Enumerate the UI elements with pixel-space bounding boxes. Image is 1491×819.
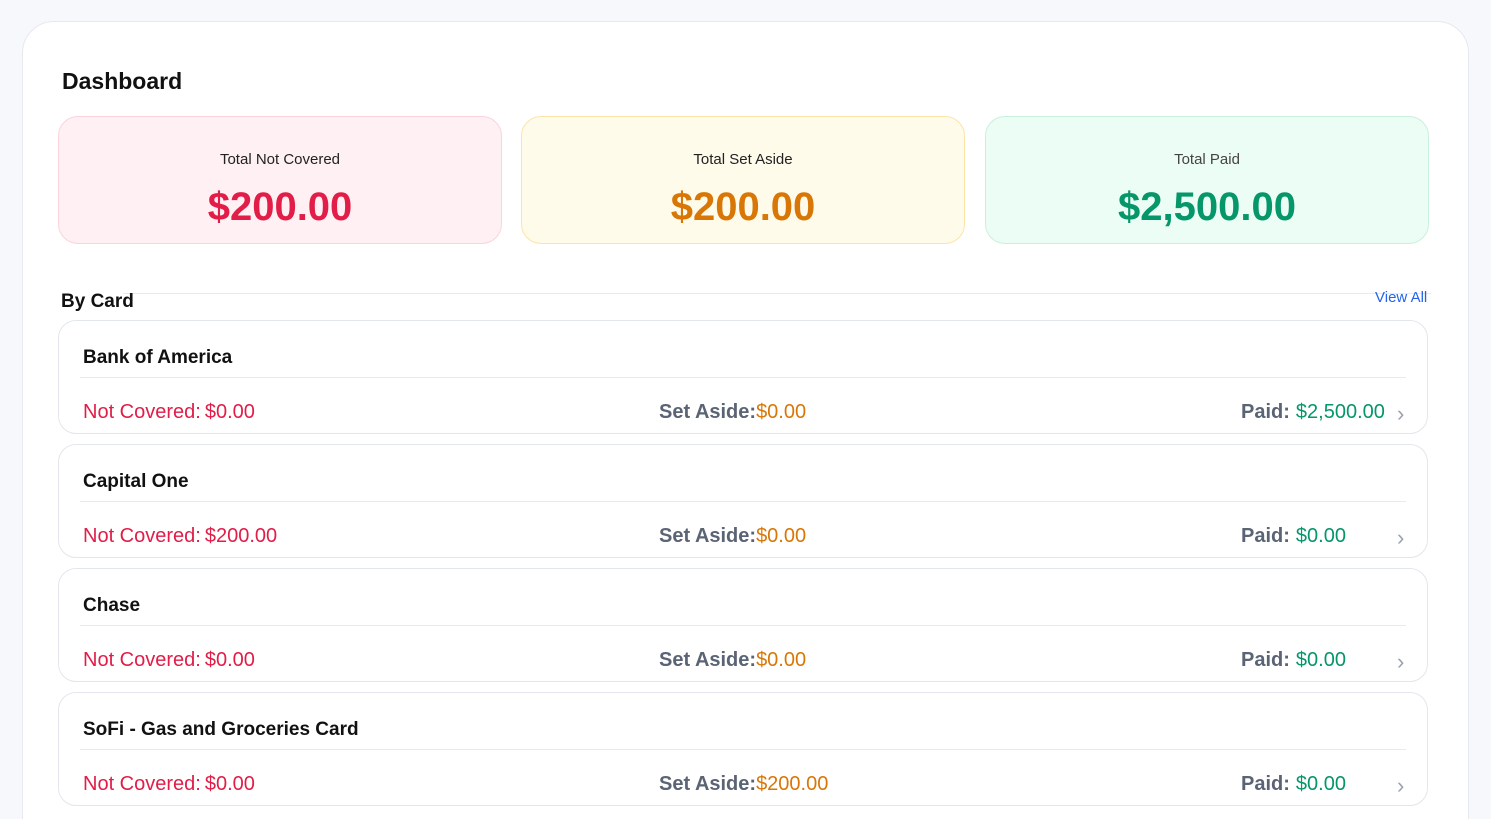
paid-amount: $0.00 bbox=[1295, 525, 1346, 547]
total-not-covered-card: Total Not Covered $200.00 bbox=[58, 116, 502, 244]
card-row-bank-of-america[interactable]: Bank of America Not Covered: $0.00 Set As… bbox=[58, 320, 1428, 434]
total-paid-value: $2,500.00 bbox=[1118, 185, 1296, 229]
card-divider bbox=[80, 377, 1406, 378]
section-title-by-card: By Card bbox=[61, 291, 134, 312]
set-aside-field: Set Aside:$0.00 bbox=[659, 649, 806, 672]
not-covered-label: Not Covered: bbox=[83, 649, 201, 671]
total-not-covered-label: Total Not Covered bbox=[219, 151, 341, 168]
set-aside-amount: $0.00 bbox=[756, 525, 807, 547]
card-name: Bank of America bbox=[83, 347, 233, 368]
dashboard-panel: Dashboard Total Not Covered $200.00 Tota… bbox=[22, 21, 1469, 819]
card-row-chase[interactable]: Chase Not Covered: $0.00 Set Aside:$0.00 … bbox=[58, 568, 1428, 682]
not-covered-amount: $200.00 bbox=[204, 525, 278, 547]
set-aside-label: Set Aside: bbox=[659, 525, 757, 547]
total-set-aside-value: $200.00 bbox=[670, 185, 816, 229]
not-covered-field: Not Covered: $0.00 bbox=[83, 649, 255, 672]
not-covered-label: Not Covered: bbox=[83, 525, 201, 547]
not-covered-label: Not Covered: bbox=[83, 401, 201, 423]
paid-field: Paid: $0.00 bbox=[1241, 649, 1346, 672]
paid-label: Paid: bbox=[1241, 773, 1290, 795]
card-divider bbox=[80, 625, 1406, 626]
card-row-sofi[interactable]: SoFi - Gas and Groceries Card Not Covere… bbox=[58, 692, 1428, 806]
paid-field: Paid: $2,500.00 bbox=[1241, 401, 1385, 424]
paid-label: Paid: bbox=[1241, 649, 1290, 671]
card-name: Capital One bbox=[83, 471, 189, 492]
not-covered-amount: $0.00 bbox=[204, 649, 255, 671]
card-divider bbox=[80, 749, 1406, 750]
section-divider bbox=[123, 293, 1431, 294]
set-aside-amount: $200.00 bbox=[756, 773, 829, 795]
not-covered-field: Not Covered: $200.00 bbox=[83, 525, 277, 548]
not-covered-field: Not Covered: $0.00 bbox=[83, 401, 255, 424]
chevron-right-icon[interactable]: › bbox=[1397, 649, 1404, 675]
set-aside-field: Set Aside:$0.00 bbox=[659, 525, 806, 548]
paid-field: Paid: $0.00 bbox=[1241, 525, 1346, 548]
set-aside-amount: $0.00 bbox=[756, 649, 807, 671]
set-aside-label: Set Aside: bbox=[659, 773, 757, 795]
total-not-covered-value: $200.00 bbox=[207, 185, 353, 229]
paid-field: Paid: $0.00 bbox=[1241, 773, 1346, 796]
chevron-right-icon[interactable]: › bbox=[1397, 401, 1404, 427]
card-name: Chase bbox=[83, 595, 141, 616]
paid-label: Paid: bbox=[1241, 401, 1290, 423]
total-set-aside-card: Total Set Aside $200.00 bbox=[521, 116, 965, 244]
total-set-aside-label: Total Set Aside bbox=[693, 151, 793, 168]
chevron-right-icon[interactable]: › bbox=[1397, 525, 1404, 551]
set-aside-label: Set Aside: bbox=[659, 401, 757, 423]
not-covered-amount: $0.00 bbox=[204, 773, 255, 795]
set-aside-field: Set Aside:$0.00 bbox=[659, 401, 806, 424]
paid-label: Paid: bbox=[1241, 525, 1290, 547]
card-divider bbox=[80, 501, 1406, 502]
not-covered-field: Not Covered: $0.00 bbox=[83, 773, 255, 796]
paid-amount: $2,500.00 bbox=[1295, 401, 1385, 423]
chevron-right-icon[interactable]: › bbox=[1397, 773, 1404, 799]
set-aside-label: Set Aside: bbox=[659, 649, 757, 671]
total-paid-label: Total Paid bbox=[1174, 151, 1240, 168]
paid-amount: $0.00 bbox=[1295, 773, 1346, 795]
set-aside-field: Set Aside:$200.00 bbox=[659, 773, 828, 796]
set-aside-amount: $0.00 bbox=[756, 401, 807, 423]
card-name: SoFi - Gas and Groceries Card bbox=[83, 719, 359, 740]
not-covered-label: Not Covered: bbox=[83, 773, 201, 795]
card-row-capital-one[interactable]: Capital One Not Covered: $200.00 Set Asid… bbox=[58, 444, 1428, 558]
total-paid-card: Total Paid $2,500.00 bbox=[985, 116, 1429, 244]
view-all-link[interactable]: View All bbox=[1375, 289, 1427, 306]
not-covered-amount: $0.00 bbox=[204, 401, 255, 423]
paid-amount: $0.00 bbox=[1295, 649, 1346, 671]
page-title: Dashboard bbox=[62, 68, 183, 94]
